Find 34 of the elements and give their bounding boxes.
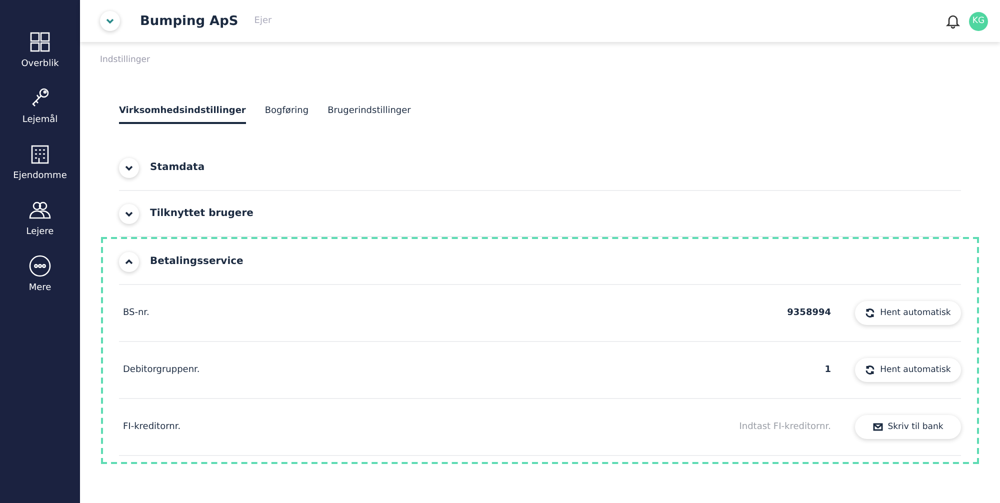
expand-button[interactable] (119, 158, 139, 178)
field-value: 9358994 (787, 308, 831, 318)
action-button[interactable]: Hent automatisk (855, 358, 961, 382)
bell-icon[interactable] (945, 13, 961, 29)
action-button[interactable]: Skriv til bank (855, 415, 961, 439)
field-label: Debitorgruppenr. (123, 365, 201, 375)
input-field[interactable]: Indtast FI-kreditornr. (701, 422, 831, 432)
sidebar-item[interactable]: Overblik (21, 30, 59, 69)
field-label: BS-nr. (123, 308, 150, 318)
expand-button[interactable] (119, 252, 139, 272)
sidebar-item[interactable]: Lejere (26, 198, 54, 237)
field-value: 1 (824, 365, 831, 375)
dropdown-button[interactable] (100, 11, 120, 31)
refresh-icon (865, 308, 876, 318)
more-icon (28, 254, 52, 278)
company-name: Bumping ApS (140, 14, 238, 28)
refresh-icon (865, 365, 876, 375)
tab[interactable]: Virksomhedsindstillinger (119, 106, 246, 124)
sidebar-item[interactable]: Ejendomme (13, 142, 67, 181)
field-label: FI-kreditornr. (123, 422, 182, 432)
mail-icon (872, 422, 883, 432)
sidebar-item[interactable]: Lejemål (22, 86, 58, 125)
tab[interactable]: Bogføring (264, 106, 309, 124)
action-button[interactable]: Hent automatisk (855, 301, 961, 325)
breadcrumb: Indstillinger (100, 55, 152, 65)
chevron-down-icon (105, 16, 115, 26)
section-title: Betalingsservice (150, 256, 244, 267)
tab[interactable]: Brugerindstillinger (328, 106, 411, 124)
grid-icon (28, 30, 52, 54)
role-label: Ejer (254, 16, 272, 26)
section-title: Tilknyttet brugere (150, 208, 254, 219)
sidebar-item[interactable]: Mere (28, 254, 52, 293)
section-title: Stamdata (150, 162, 205, 173)
expand-button[interactable] (119, 204, 139, 224)
